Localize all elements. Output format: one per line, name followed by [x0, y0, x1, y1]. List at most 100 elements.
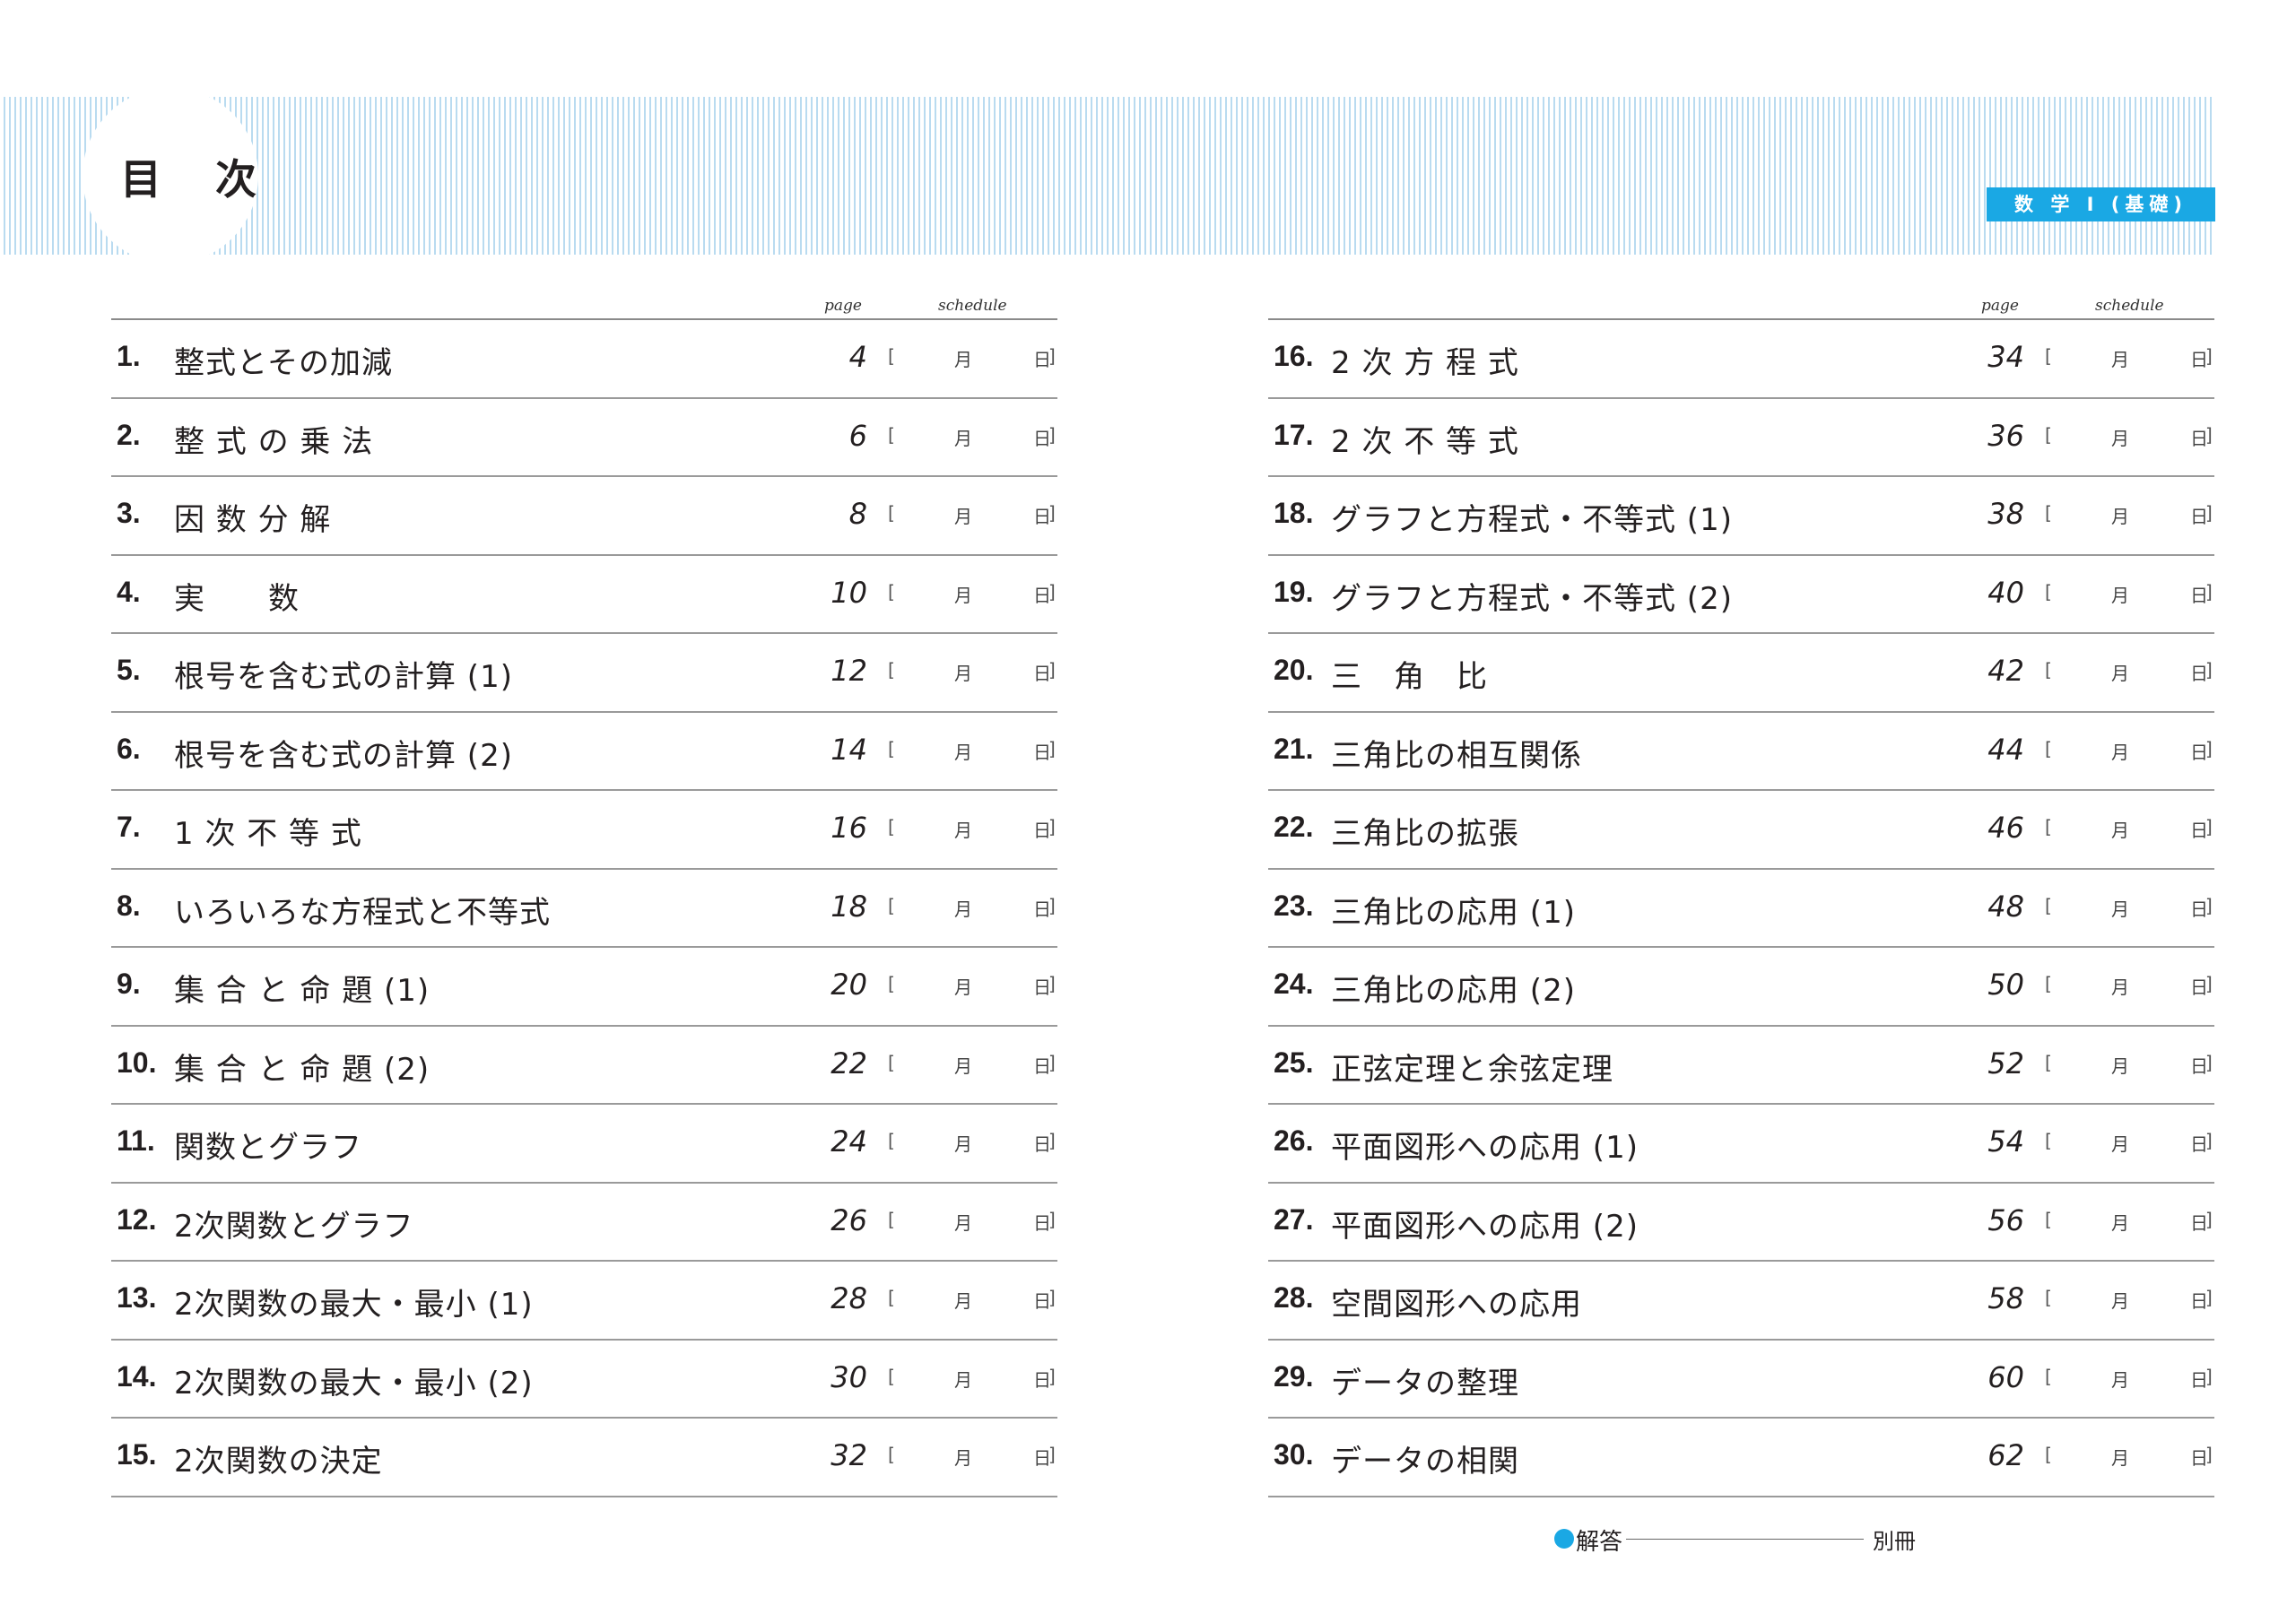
schedule-bracket-open: [ [888, 737, 895, 759]
schedule-bracket-close: ] [1048, 423, 1056, 446]
schedule-bracket-open: [ [2045, 659, 2052, 681]
chapter-title: 2 次 不 等 式 [1331, 423, 1519, 460]
page-title: 目 次 [120, 155, 277, 204]
chapter-title: 2次関数の最大・最小 (1) [174, 1287, 534, 1323]
page-number: 34 [1987, 340, 2024, 374]
page-number: 28 [831, 1281, 867, 1315]
schedule-month-label: 月 [2111, 506, 2129, 527]
schedule-month-label: 月 [2111, 427, 2129, 449]
schedule-bracket-close: ] [1048, 894, 1056, 916]
schedule-bracket-close: ] [2205, 1130, 2213, 1151]
schedule-bracket-open: [ [2045, 423, 2052, 446]
chapter-title: 整 式 の 乗 法 [174, 423, 374, 460]
page-number: 20 [831, 968, 867, 1002]
page-number: 30 [831, 1359, 867, 1394]
chapter-number: 25. [1274, 1046, 1314, 1079]
schedule-month-label: 月 [2111, 349, 2129, 370]
answer-reference: 解答 別冊 [1554, 1522, 1931, 1556]
chapter-number: 13. [117, 1281, 157, 1314]
schedule-bracket-close: ] [1048, 659, 1056, 681]
toc-row: 10. 集 合 と 命 題 (2) 22[月日] [111, 1027, 1057, 1105]
schedule-bracket-open: [ [888, 894, 895, 916]
schedule-bracket-open: [ [2045, 973, 2052, 994]
page-number: 62 [1987, 1438, 2024, 1472]
page-number: 24 [831, 1124, 867, 1159]
leader-line [1626, 1539, 1864, 1540]
schedule-bracket-open: [ [2045, 816, 2052, 838]
toc-row: 28. 空間図形への応用 58[月日] [1268, 1262, 2214, 1341]
toc-row: 21. 三角比の相互関係 44[月日] [1268, 713, 2214, 791]
schedule-month-label: 月 [954, 976, 972, 998]
schedule-bracket-open: [ [888, 816, 895, 838]
schedule-bracket-close: ] [1048, 1130, 1056, 1151]
bullet-dot-icon [1554, 1529, 1574, 1549]
schedule-bracket-close: ] [1048, 1444, 1056, 1465]
toc-row: 15. 2次関数の決定 32[月日] [111, 1419, 1057, 1497]
schedule-bracket-open: [ [2045, 502, 2052, 524]
chapter-number: 2. [117, 418, 141, 451]
schedule-bracket-open: [ [888, 345, 895, 367]
page-number: 6 [848, 418, 867, 453]
chapter-number: 29. [1274, 1359, 1314, 1393]
chapter-number: 1. [117, 340, 141, 372]
page-number: 42 [1987, 654, 2024, 688]
schedule-bracket-open: [ [2045, 1130, 2052, 1151]
toc-row: 17. 2 次 不 等 式 36[月日] [1268, 399, 2214, 477]
page-number: 26 [831, 1202, 867, 1237]
page-column-label: page [824, 297, 862, 315]
page-number: 52 [1987, 1046, 2024, 1081]
schedule-month-label: 月 [2111, 1290, 2129, 1312]
toc-row: 16. 2 次 方 程 式 34[月日] [1268, 320, 2214, 399]
schedule-month-label: 月 [2111, 1447, 2129, 1469]
schedule-bracket-close: ] [2205, 1365, 2213, 1387]
toc-row: 4. 実 数 10[月日] [111, 556, 1057, 634]
page-number: 50 [1987, 968, 2024, 1002]
chapter-title: 集 合 と 命 題 (2) [174, 1051, 430, 1088]
chapter-number: 15. [117, 1438, 157, 1471]
schedule-bracket-close: ] [1048, 345, 1056, 367]
schedule-bracket-open: [ [888, 580, 895, 603]
schedule-bracket-open: [ [888, 973, 895, 994]
chapter-number: 24. [1274, 968, 1314, 1000]
toc-row: 30. データの相関 62[月日] [1268, 1419, 2214, 1497]
schedule-month-label: 月 [954, 584, 972, 606]
toc-row: 25. 正弦定理と余弦定理 52[月日] [1268, 1027, 2214, 1105]
schedule-month-label: 月 [954, 349, 972, 370]
schedule-month-label: 月 [954, 1133, 972, 1155]
schedule-bracket-close: ] [1048, 1051, 1056, 1073]
chapter-title: 三角比の拡張 [1331, 816, 1519, 852]
page-number: 60 [1987, 1359, 2024, 1394]
schedule-bracket-close: ] [2205, 973, 2213, 994]
page-number: 32 [831, 1438, 867, 1472]
schedule-bracket-open: [ [888, 1051, 895, 1073]
schedule-month-label: 月 [2111, 1368, 2129, 1391]
schedule-column-label: schedule [2095, 297, 2164, 315]
toc-row: 3. 因 数 分 解 8[月日] [111, 477, 1057, 556]
schedule-bracket-close: ] [2205, 1287, 2213, 1308]
schedule-bracket-close: ] [2205, 1444, 2213, 1465]
page-number: 54 [1987, 1124, 2024, 1159]
toc-row: 11. 関数とグラフ 24[月日] [111, 1105, 1057, 1184]
chapter-title: 2 次 方 程 式 [1331, 345, 1519, 381]
toc-row: 8. いろいろな方程式と不等式 18[月日] [111, 870, 1057, 948]
toc-row: 26. 平面図形への応用 (1) 54[月日] [1268, 1105, 2214, 1184]
schedule-month-label: 月 [2111, 1055, 2129, 1077]
toc-row: 14. 2次関数の最大・最小 (2) 30[月日] [111, 1341, 1057, 1419]
toc-row: 13. 2次関数の最大・最小 (1) 28[月日] [111, 1262, 1057, 1341]
page-number: 8 [848, 497, 867, 531]
chapter-number: 17. [1274, 418, 1314, 451]
schedule-bracket-open: [ [888, 502, 895, 524]
column-header: page schedule [1268, 291, 2214, 320]
toc-row: 23. 三角比の応用 (1) 48[月日] [1268, 870, 2214, 948]
schedule-bracket-close: ] [2205, 659, 2213, 681]
page-number: 4 [848, 340, 867, 374]
header-stripe-band [0, 97, 2215, 255]
schedule-bracket-close: ] [2205, 816, 2213, 838]
chapter-title: 三角比の応用 (2) [1331, 973, 1576, 1009]
chapter-title: 2次関数の最大・最小 (2) [174, 1365, 534, 1402]
chapter-title: グラフと方程式・不等式 (1) [1331, 502, 1733, 538]
schedule-bracket-open: [ [888, 423, 895, 446]
toc-row: 7. 1 次 不 等 式 16[月日] [111, 791, 1057, 870]
schedule-bracket-close: ] [1048, 737, 1056, 759]
chapter-title: 因 数 分 解 [174, 502, 332, 538]
